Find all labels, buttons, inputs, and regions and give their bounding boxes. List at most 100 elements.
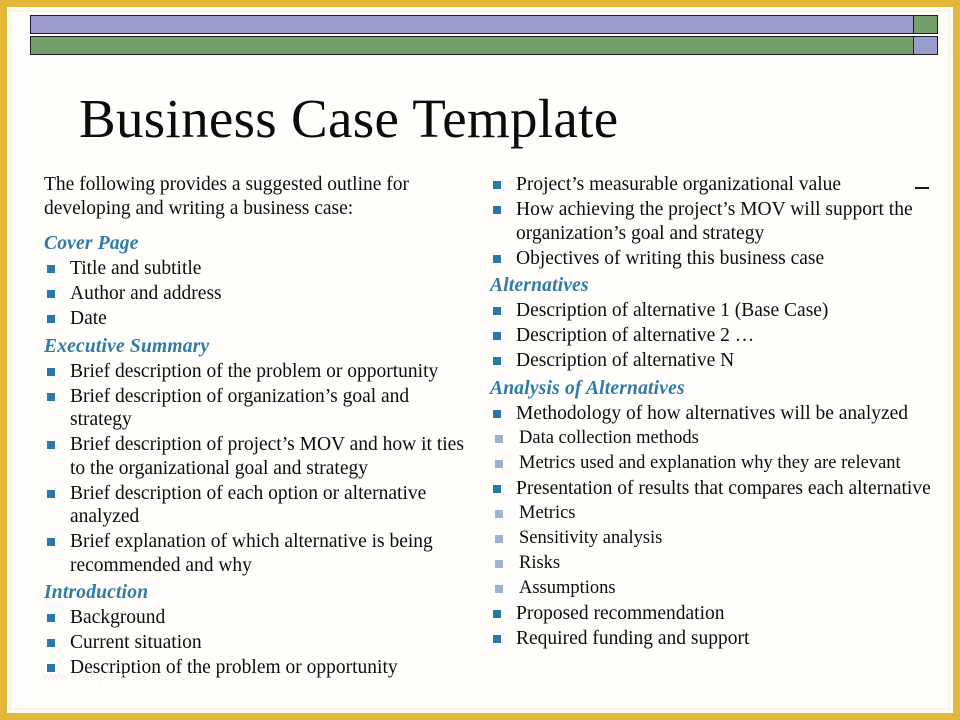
green-end-square <box>914 15 938 34</box>
list-item: Required funding and support <box>485 627 937 651</box>
square-bullet-icon <box>493 181 501 189</box>
header-bar-bottom-row <box>30 36 938 55</box>
square-subbullet-icon <box>495 459 503 468</box>
list-item-label: Risks <box>519 552 561 573</box>
list-item: Date <box>39 307 475 331</box>
square-bullet-icon <box>493 609 501 618</box>
square-bullet-icon <box>47 538 55 546</box>
list-item-label: Project’s measurable organizational valu… <box>516 174 842 195</box>
bullet-list-level-1: Title and subtitle Author and address Date <box>39 257 475 331</box>
square-subbullet-icon <box>495 584 503 593</box>
section-heading: Cover Page <box>44 233 139 254</box>
square-bullet-icon <box>493 409 501 418</box>
list-item-label: Description of alternative N <box>516 350 735 371</box>
header-decoration-bars <box>30 15 938 57</box>
square-bullet-icon <box>493 332 501 340</box>
bullet-list-level-1: Project’s measurable organizational valu… <box>485 173 937 270</box>
watermark-text: www.examplesofresumes.com <box>43 671 202 683</box>
list-item: Brief explanation of which alternative i… <box>39 530 475 577</box>
list-item: Risks <box>485 552 937 576</box>
list-item-label: Brief explanation of which alternative i… <box>70 531 433 576</box>
square-bullet-icon <box>47 441 55 449</box>
square-bullet-icon <box>47 367 55 376</box>
square-bullet-icon <box>47 614 55 622</box>
list-item-label: Brief description of each option or alte… <box>70 482 427 528</box>
list-item-label: Brief description of organization’s goal… <box>70 385 410 431</box>
list-item: Description of alternative N <box>485 349 937 373</box>
square-bullet-icon <box>47 639 55 647</box>
list-item: Brief description of the problem or oppo… <box>39 360 475 384</box>
slide-title: Business Case Template <box>79 88 619 149</box>
section-heading: Introduction <box>44 582 149 603</box>
square-subbullet-icon <box>495 434 503 443</box>
square-bullet-icon <box>47 489 55 498</box>
square-bullet-icon <box>493 206 501 214</box>
purple-end-square <box>914 36 938 55</box>
list-item: Brief description of project’s MOV and h… <box>39 433 475 480</box>
bullet-list-level-1: Presentation of results that compares ea… <box>485 477 937 501</box>
list-item-label: Data collection methods <box>519 427 699 448</box>
square-bullet-icon <box>493 254 501 263</box>
slide-canvas: Business Case Template The following pro… <box>7 7 953 713</box>
bullet-list-level-1: Description of alternative 1 (Base Case)… <box>485 299 937 373</box>
square-bullet-icon <box>47 265 55 273</box>
square-bullet-icon <box>47 290 55 298</box>
list-item-label: Proposed recommendation <box>516 602 725 624</box>
right-column-lead-list: Project’s measurable organizational valu… <box>485 173 937 270</box>
header-bar-top-row <box>30 15 938 34</box>
list-item: Background <box>39 606 475 630</box>
bullet-list-level-2: Metrics Sensitivity analysis Risks Assumpti… <box>485 502 937 601</box>
square-subbullet-icon <box>495 559 503 568</box>
list-item-label: Author and address <box>70 283 222 304</box>
left-column-sections: Cover Page Title and subtitle Author and a… <box>39 231 475 680</box>
list-item: Objectives of writing this business case <box>485 247 937 271</box>
list-item: Current situation <box>39 631 475 655</box>
list-item-label: Objectives of writing this business case <box>516 247 825 269</box>
list-item-label: Date <box>70 308 107 329</box>
square-bullet-icon <box>493 357 501 365</box>
list-item: Metrics used and explanation why they ar… <box>485 452 937 476</box>
list-item-label: Methodology of how alternatives will be … <box>516 402 909 424</box>
square-bullet-icon <box>47 315 55 323</box>
square-bullet-icon <box>493 307 501 315</box>
list-item: Project’s measurable organizational valu… <box>485 173 937 197</box>
square-bullet-icon <box>493 634 501 643</box>
square-bullet-icon <box>493 484 501 493</box>
section-heading: Analysis of Alternatives <box>490 377 685 399</box>
section-heading: Alternatives <box>490 275 589 296</box>
list-item-label: Brief description of project’s MOV and h… <box>70 434 464 479</box>
list-item: Methodology of how alternatives will be … <box>485 402 937 426</box>
square-bullet-icon <box>47 392 55 401</box>
list-item: Author and address <box>39 282 475 306</box>
list-item-label: Background <box>70 607 166 628</box>
list-item-label: Brief description of the problem or oppo… <box>70 360 439 382</box>
list-item: Assumptions <box>485 577 937 601</box>
list-item-label: Sensitivity analysis <box>519 527 663 548</box>
square-subbullet-icon <box>495 534 503 543</box>
bullet-list-level-1: Methodology of how alternatives will be … <box>485 402 937 426</box>
list-item-label: Required funding and support <box>516 627 750 649</box>
list-item: Description of alternative 2 … <box>485 324 937 348</box>
purple-long-bar <box>30 15 914 34</box>
left-column: The following provides a suggested outli… <box>39 173 475 681</box>
dash-artifact-icon <box>915 187 929 189</box>
green-long-bar <box>30 36 914 55</box>
list-item: Presentation of results that compares ea… <box>485 477 937 501</box>
square-subbullet-icon <box>495 509 503 518</box>
list-item-label: Title and subtitle <box>70 258 202 279</box>
intro-paragraph: The following provides a suggested outli… <box>44 174 410 219</box>
slide-frame: Business Case Template The following pro… <box>0 0 960 720</box>
list-item-label: Metrics <box>519 502 576 523</box>
list-item: Brief description of organization’s goal… <box>39 385 475 432</box>
bullet-list-level-1: Proposed recommendation Required funding … <box>485 602 937 651</box>
list-item-label: How achieving the project’s MOV will sup… <box>516 199 913 244</box>
list-item-label: Description of alternative 2 … <box>516 325 755 346</box>
content-columns: The following provides a suggested outli… <box>7 173 960 713</box>
list-item-label: Current situation <box>70 632 202 653</box>
list-item: Title and subtitle <box>39 257 475 281</box>
bullet-list-level-1: Brief description of the problem or oppo… <box>39 360 475 578</box>
list-item: Data collection methods <box>485 427 937 451</box>
right-column-sections: Alternatives Description of alternative 1… <box>485 273 937 650</box>
list-item: Brief description of each option or alte… <box>39 482 475 529</box>
list-item-label: Description of alternative 1 (Base Case) <box>516 300 829 321</box>
